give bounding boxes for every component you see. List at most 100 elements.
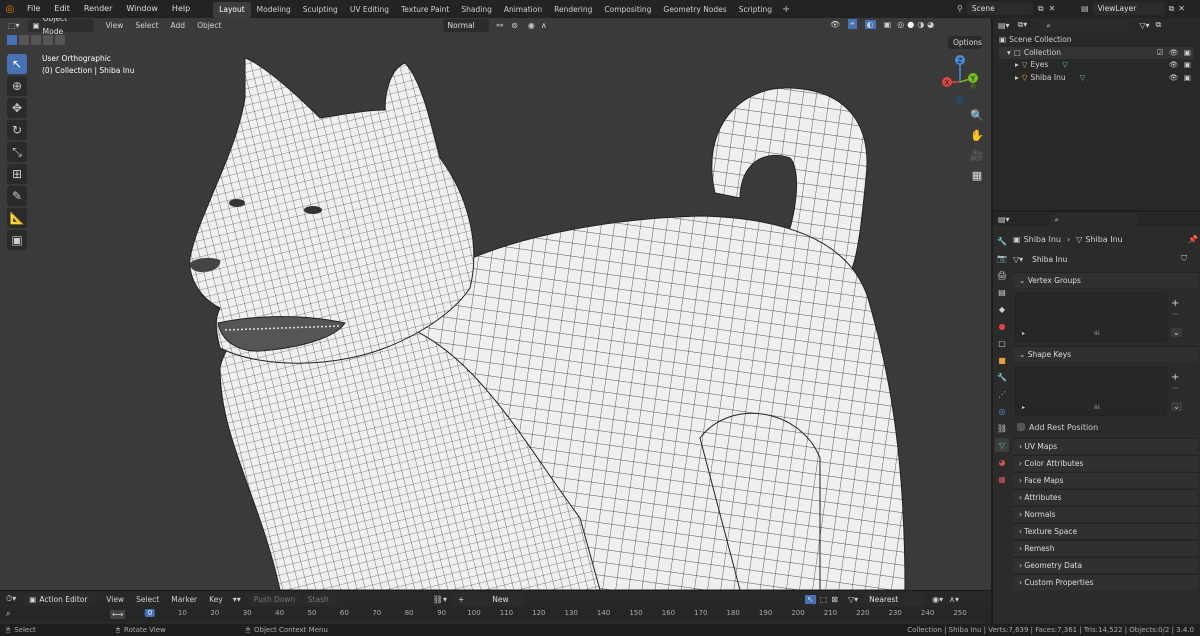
grip-icon[interactable]: ⁞⁞⁞ [1094, 330, 1100, 337]
tab-compositing[interactable]: Compositing [598, 2, 657, 18]
annotate-tool[interactable]: ✎ [7, 186, 27, 206]
filter-icon[interactable]: ▽▾ [848, 595, 858, 604]
pivot-icon[interactable]: ⚯ [497, 21, 504, 30]
resize-handle-icon[interactable]: ▸ [1022, 330, 1025, 337]
particles-tab-icon[interactable]: ⋰ [995, 387, 1009, 401]
visibility-eye-icon[interactable]: 👁 [1169, 60, 1179, 69]
collection-tab-icon[interactable]: ▢ [995, 336, 1009, 350]
exclude-checkbox-icon[interactable]: ☑ [1157, 48, 1164, 57]
shape-keys-list[interactable]: ▸ ⁞⁞⁞ [1015, 366, 1167, 416]
outliner-row-scene-collection[interactable]: ▣ Scene Collection [999, 34, 1194, 47]
tab-geometry-nodes[interactable]: Geometry Nodes [657, 2, 732, 18]
outliner-row-shiba-inu[interactable]: ▸ ▽ Shiba Inu ▽ 👁 ▣ [999, 72, 1194, 85]
tab-shading[interactable]: Shading [455, 2, 497, 18]
cursor-tool[interactable]: ⊕ [7, 76, 27, 96]
collapse-arrow-icon[interactable]: ▸ [1015, 59, 1019, 72]
new-scene-icon[interactable]: ⧉ [1038, 4, 1044, 14]
add-shape-key-button[interactable]: + [1171, 372, 1182, 383]
render-camera-icon[interactable]: ▣ [1184, 73, 1191, 82]
delete-view-layer-icon[interactable]: ✕ [1178, 4, 1185, 13]
panel-texture-space[interactable]: › Texture Space [1013, 523, 1198, 539]
measure-tool[interactable]: 📐 [7, 208, 27, 228]
pan-hand-icon[interactable]: ✋ [969, 128, 985, 144]
solid-shading-icon[interactable]: ● [907, 20, 914, 29]
outliner-editor-icon[interactable]: ▤▾ [998, 21, 1010, 30]
material-tab-icon[interactable]: ◕ [995, 455, 1009, 469]
new-collection-icon[interactable]: ⧉ [1155, 20, 1161, 30]
timeline-menu-select[interactable]: Select [130, 595, 165, 604]
tab-scripting[interactable]: Scripting [733, 2, 778, 18]
transform-orientation[interactable]: Normal [442, 18, 489, 32]
rotate-tool[interactable]: ↻ [7, 120, 27, 140]
fake-user-shield-icon[interactable]: ⛉ [1181, 254, 1187, 264]
proportional-editing-icon[interactable]: ◉ [528, 21, 535, 30]
select-extend-icon[interactable] [19, 35, 29, 45]
viewport-menu-object[interactable]: Object [191, 21, 227, 30]
show-errors-icon[interactable]: ⊠ [831, 595, 838, 604]
only-selected-icon[interactable]: ↖ [804, 594, 816, 604]
properties-search-input[interactable]: ⌕ [1049, 212, 1138, 226]
tab-rendering[interactable]: Rendering [548, 2, 598, 18]
wireframe-shading-icon[interactable]: ◎ [897, 20, 904, 29]
push-down-button[interactable]: Push Down [248, 592, 301, 606]
timeline-menu-marker[interactable]: Marker [165, 595, 203, 604]
frame-ruler[interactable]: ⌕ ⟷ 0 10 20 30 40 50 60 70 80 90 100 110 120 130 140 15… [0, 607, 991, 621]
falloff-icon[interactable]: ∧▾ [949, 595, 959, 604]
panel-remesh[interactable]: › Remesh [1013, 540, 1198, 556]
camera-icon[interactable]: 🎥 [969, 148, 985, 164]
shape-keys-panel-header[interactable]: ⌄ Shape Keys [1013, 346, 1198, 362]
editor-type-icon[interactable]: ⬚▾ [8, 21, 20, 30]
snap-icon[interactable]: ⊚ [511, 21, 518, 30]
tool-tab-icon[interactable]: 🔧 [995, 234, 1009, 248]
delete-scene-icon[interactable]: ✕ [1049, 4, 1056, 13]
keyframe-filter-icon[interactable]: ▾▾ [233, 595, 241, 604]
3d-viewport[interactable]: ⬚▾ ▣ Object Mode View Select Add Object Nor… [0, 18, 991, 590]
filter-funnel-icon[interactable]: ▽▾ [1139, 21, 1149, 30]
blender-logo-icon[interactable]: ◎ [0, 4, 20, 15]
mesh-browse-icon[interactable]: ▽▾ [1013, 255, 1023, 264]
tab-uv-editing[interactable]: UV Editing [344, 2, 395, 18]
show-hidden-icon[interactable]: ⬚ [820, 595, 828, 604]
grip-icon[interactable]: ⁞⁞⁞ [1094, 404, 1100, 411]
mode-selector[interactable]: ▣ Object Mode [27, 18, 94, 36]
view-layer-icon[interactable]: ▤ [1081, 4, 1089, 13]
add-workspace-button[interactable]: + [782, 4, 790, 15]
scale-tool[interactable]: ⤡ [7, 142, 27, 162]
constraints-tab-icon[interactable]: ⛓ [995, 421, 1009, 435]
search-icon[interactable]: ⌕ [6, 609, 10, 619]
remove-shape-key-button[interactable]: − [1171, 383, 1182, 394]
panel-uv-maps[interactable]: › UV Maps [1013, 438, 1198, 454]
material-shading-icon[interactable]: ◑ [917, 20, 924, 29]
timeline-menu-key[interactable]: Key [203, 595, 229, 604]
outliner-row-eyes[interactable]: ▸ ▽ Eyes ▽ 👁 ▣ [999, 59, 1194, 72]
modifier-tab-icon[interactable]: 🔧 [995, 370, 1009, 384]
transform-tool[interactable]: ⊞ [7, 164, 27, 184]
falloff-icon[interactable]: ∧ [541, 21, 547, 30]
render-camera-icon[interactable]: ▣ [1184, 60, 1191, 69]
add-cube-tool[interactable]: ▣ [7, 230, 27, 250]
menu-render[interactable]: Render [77, 0, 119, 18]
overlays-toggle-icon[interactable]: ◐ [864, 19, 876, 29]
texture-tab-icon[interactable]: ▦ [995, 472, 1009, 486]
select-invert-icon[interactable] [43, 35, 53, 45]
physics-tab-icon[interactable]: ◎ [995, 404, 1009, 418]
scene-tab-icon[interactable]: ◆ [995, 302, 1009, 316]
expand-arrow-icon[interactable]: ▾ [1007, 47, 1011, 60]
menu-edit[interactable]: Edit [47, 0, 77, 18]
stash-button[interactable]: Stash [302, 592, 337, 606]
viewport-menu-select[interactable]: Select [129, 21, 164, 30]
panel-color-attributes[interactable]: › Color Attributes [1013, 455, 1198, 471]
options-dropdown[interactable]: Options [948, 36, 982, 49]
view-layer-selector[interactable]: ViewLayer [1092, 2, 1165, 15]
outliner-search-input[interactable]: ⌕ [1041, 18, 1130, 32]
mesh-name-field[interactable]: Shiba Inu [1027, 252, 1178, 266]
viewport-menu-add[interactable]: Add [165, 21, 192, 30]
world-tab-icon[interactable]: ● [995, 319, 1009, 333]
filter-display-icon[interactable]: ⧉▾ [1018, 20, 1028, 30]
collapse-arrow-icon[interactable]: ▸ [1015, 72, 1019, 85]
mode-selector[interactable]: ▣ Action Editor [24, 592, 97, 606]
xray-icon[interactable]: ▣ [884, 20, 892, 29]
scene-icon[interactable]: ⚲ [957, 4, 963, 13]
menu-file[interactable]: File [20, 0, 47, 18]
grid-perspective-icon[interactable]: ▦ [969, 168, 985, 184]
